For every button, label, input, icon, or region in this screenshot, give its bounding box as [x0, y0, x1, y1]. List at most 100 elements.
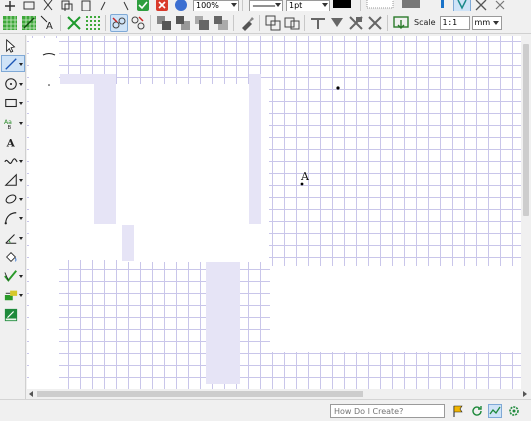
angle-tool[interactable] — [1, 229, 25, 246]
zoom-value: 100% — [196, 1, 219, 10]
stamp-icon — [4, 290, 18, 300]
arc-icon — [4, 211, 17, 224]
fill-tool[interactable] — [1, 248, 25, 265]
pointer-icon — [6, 38, 16, 53]
align-bottom-icon[interactable] — [366, 14, 384, 32]
curve-tool[interactable] — [1, 152, 25, 169]
label-tool[interactable]: A — [1, 133, 25, 150]
print-icon[interactable] — [20, 0, 38, 11]
point[interactable] — [336, 86, 340, 90]
settings-icon[interactable] — [507, 404, 521, 418]
check-icon[interactable] — [134, 0, 152, 11]
flag-icon[interactable] — [451, 404, 465, 418]
tools-icon[interactable] — [491, 0, 509, 11]
zoom-combo[interactable]: 100% — [193, 0, 239, 11]
line-style-combo[interactable] — [249, 0, 283, 11]
paste-icon[interactable] — [77, 0, 95, 11]
cancel-icon[interactable] — [153, 0, 171, 11]
line-icon — [5, 57, 17, 70]
horizontal-scrollbar[interactable] — [27, 389, 531, 399]
horizontal-scroll-thumb[interactable] — [37, 391, 363, 397]
new-icon[interactable] — [1, 0, 19, 11]
select-tool[interactable] — [1, 37, 25, 54]
tiny-point[interactable] — [48, 84, 50, 86]
export-icon[interactable] — [392, 14, 410, 32]
ellipse-icon — [5, 193, 17, 204]
delete-icon[interactable] — [65, 14, 83, 32]
app-window: 100% 1pt A Scale 1:1 mm Aa B A A How Do … — [0, 0, 531, 421]
vertical-scrollbar[interactable] — [521, 36, 531, 389]
help-icon[interactable] — [172, 0, 190, 11]
svg-text:A: A — [6, 137, 16, 149]
cut-icon[interactable] — [39, 0, 57, 11]
unit-value: mm — [474, 18, 491, 27]
point-a-label: A — [301, 170, 309, 183]
line-width-value: 1pt — [289, 1, 303, 10]
copy-icon[interactable] — [58, 0, 76, 11]
align-icon[interactable] — [309, 14, 327, 32]
stamp-tool[interactable] — [1, 286, 25, 303]
fill-color-icon[interactable] — [400, 0, 426, 11]
scroll-left-arrow[interactable] — [29, 391, 33, 397]
paint-bucket-icon — [6, 251, 17, 262]
view-icon[interactable] — [488, 404, 502, 418]
help-search-input[interactable] — [330, 404, 445, 418]
grid-icon[interactable] — [1, 14, 19, 32]
scale-label: Scale — [414, 18, 436, 27]
bring-forward-icon[interactable] — [193, 14, 211, 32]
undo-icon[interactable] — [96, 0, 114, 11]
svg-text:B: B — [8, 125, 12, 130]
redo-icon[interactable] — [115, 0, 133, 11]
vector-tool[interactable] — [1, 267, 25, 284]
send-back-icon[interactable] — [174, 14, 192, 32]
vertical-scroll-thumb[interactable] — [523, 44, 529, 216]
line-tool[interactable] — [1, 55, 25, 72]
link-icon[interactable] — [110, 13, 128, 32]
align-middle-icon[interactable] — [347, 14, 365, 32]
snap-grid-icon[interactable] — [20, 14, 38, 32]
ungroup-icon[interactable] — [283, 14, 301, 32]
scroll-right-arrow[interactable] — [523, 391, 527, 397]
scissors-icon[interactable] — [472, 0, 490, 11]
send-backward-icon[interactable] — [212, 14, 230, 32]
letter-a-icon: A — [6, 137, 16, 149]
drawing-pad-icon — [4, 308, 18, 321]
ellipse-tool[interactable] — [1, 190, 25, 207]
brush-icon[interactable] — [238, 14, 256, 32]
check-vector-icon — [4, 269, 17, 282]
triangle-icon — [4, 172, 17, 186]
text-format-icon[interactable]: A — [39, 14, 57, 32]
rectangle-tool[interactable] — [1, 94, 25, 111]
line-style-icon — [252, 5, 276, 6]
main-toolbar: 100% 1pt — [0, 0, 531, 11]
svg-text:A: A — [46, 21, 53, 31]
fill-pattern-icon[interactable] — [365, 0, 399, 11]
rectangle-icon — [5, 98, 17, 107]
polygon-tool[interactable] — [1, 171, 25, 188]
align-top-icon[interactable] — [328, 14, 346, 32]
small-arc[interactable] — [42, 53, 56, 56]
point-a[interactable] — [300, 182, 304, 186]
circle-icon — [5, 77, 17, 90]
unit-combo[interactable]: mm — [471, 15, 502, 30]
group-icon[interactable] — [264, 14, 282, 32]
snap-icon[interactable] — [434, 0, 452, 11]
scale-input[interactable] — [439, 15, 470, 30]
circle-tool[interactable] — [1, 75, 25, 92]
drawing-canvas[interactable]: A — [27, 36, 521, 389]
drawing-pad-tool[interactable] — [1, 306, 25, 323]
line-width-combo[interactable]: 1pt — [286, 0, 330, 11]
line-color-icon[interactable] — [331, 0, 357, 11]
toolbox: Aa B A — [0, 35, 26, 399]
unlink-icon[interactable] — [129, 14, 147, 32]
angle-icon — [5, 233, 17, 244]
canvas-objects — [42, 53, 340, 186]
refresh-icon[interactable] — [470, 404, 484, 418]
points-grid-icon[interactable] — [84, 14, 102, 32]
bring-front-icon[interactable] — [155, 14, 173, 32]
wave-icon — [4, 157, 18, 164]
arc-tool[interactable] — [1, 209, 25, 226]
text-tool[interactable]: Aa B — [1, 114, 25, 131]
status-bar — [0, 399, 531, 421]
lock-icon[interactable] — [453, 0, 471, 11]
